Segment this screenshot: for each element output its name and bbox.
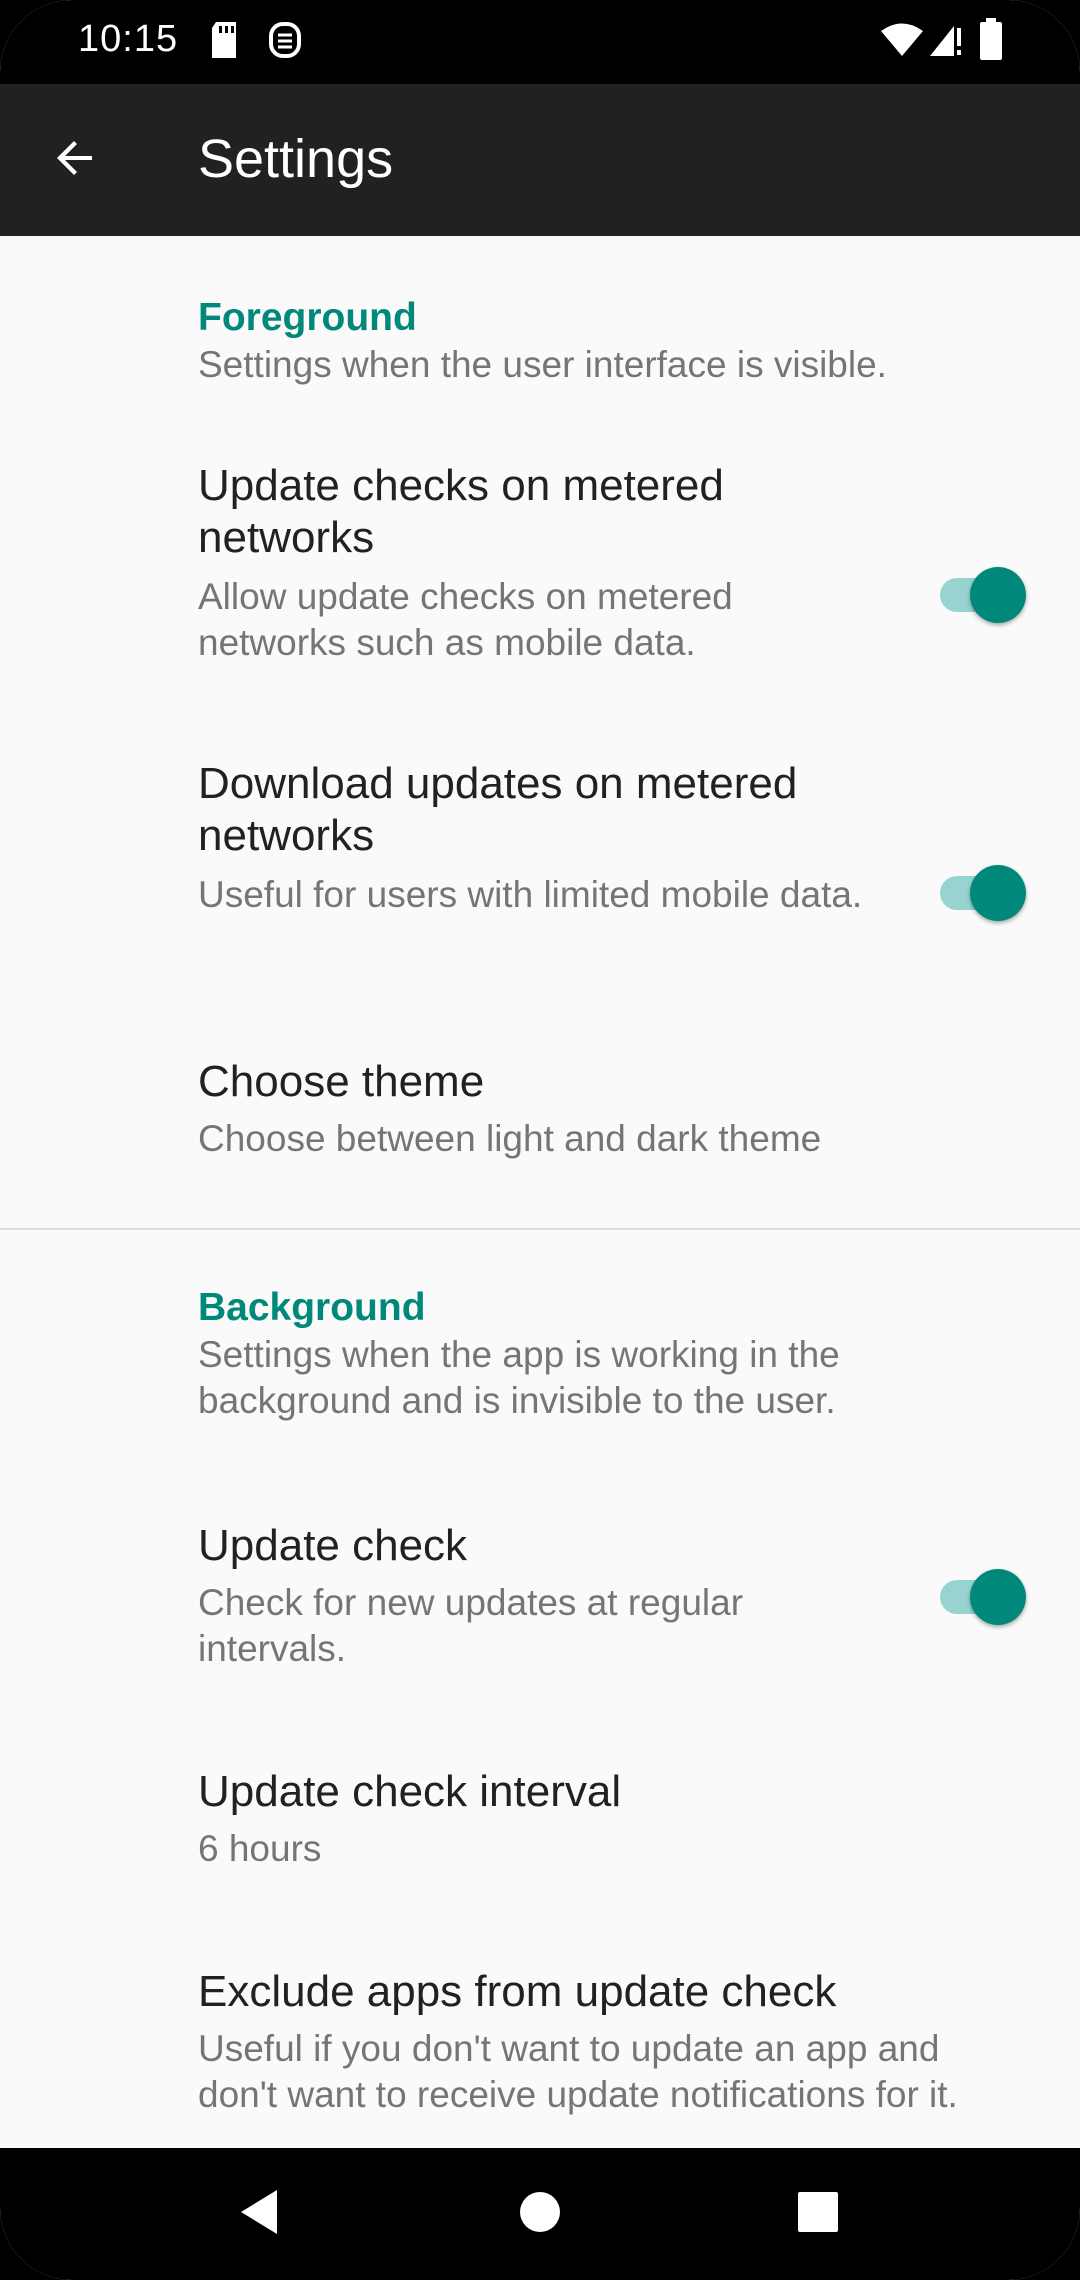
nav-home-icon	[519, 2191, 561, 2238]
wifi-icon	[880, 22, 924, 63]
toggle-download-updates-metered[interactable]	[934, 860, 1030, 921]
status-time: 10:15	[78, 18, 179, 60]
screen: 10:15 Settings Foreground Settings when …	[0, 0, 1080, 2280]
app-notification-icon	[268, 20, 302, 65]
pref-update-checks-metered[interactable]: Update checks on metered networks Allow …	[0, 456, 1080, 706]
toggle-thumb	[970, 567, 1026, 623]
pref-title: Update check interval	[198, 1767, 622, 1816]
toggle-thumb	[970, 865, 1026, 921]
status-bar: 10:15	[0, 0, 1080, 84]
navigation-bar	[0, 2148, 1080, 2280]
section-divider	[0, 1228, 1080, 1230]
nav-recents-icon	[798, 2191, 838, 2237]
pref-summary: Check for new updates at regular interva…	[198, 1582, 744, 1669]
pref-title: Download updates on metered networks	[198, 759, 798, 860]
category-title: Foreground	[198, 296, 417, 339]
nav-back-button[interactable]	[219, 2174, 299, 2254]
category-background: Background Settings when the app is work…	[0, 1286, 1080, 1436]
pref-summary: 6 hours	[198, 1828, 322, 1869]
back-arrow-icon	[52, 134, 100, 187]
category-summary: Settings when the app is working in the …	[198, 1334, 840, 1421]
battery-icon	[978, 18, 1004, 67]
back-button[interactable]	[36, 120, 116, 200]
nav-home-button[interactable]	[500, 2174, 580, 2254]
pref-summary: Useful if you don't want to update an ap…	[198, 2028, 958, 2115]
toggle-thumb	[970, 1569, 1026, 1625]
pref-exclude-apps[interactable]: Exclude apps from update check Useful if…	[0, 1962, 1080, 2148]
nav-recents-button[interactable]	[778, 2174, 858, 2254]
signal-icon	[928, 22, 964, 63]
pref-title: Exclude apps from update check	[198, 1967, 837, 2016]
pref-choose-theme[interactable]: Choose theme Choose between light and da…	[0, 1052, 1080, 1202]
nav-back-icon	[237, 2188, 281, 2241]
app-bar: Settings	[0, 84, 1080, 236]
sd-card-icon	[208, 20, 240, 65]
pref-title: Choose theme	[198, 1057, 485, 1106]
pref-summary: Allow update checks on metered networks …	[198, 576, 733, 663]
category-foreground: Foreground Settings when the user interf…	[0, 296, 1080, 416]
pref-title: Update checks on metered networks	[198, 461, 724, 562]
toggle-update-checks-metered[interactable]	[934, 562, 1030, 623]
pref-summary: Choose between light and dark theme	[198, 1118, 822, 1159]
page-title: Settings	[198, 129, 394, 189]
toggle-update-check[interactable]	[934, 1564, 1030, 1625]
category-title: Background	[198, 1286, 426, 1329]
pref-download-updates-metered[interactable]: Download updates on metered networks Use…	[0, 754, 1080, 1004]
pref-title: Update check	[198, 1521, 468, 1570]
pref-summary: Useful for users with limited mobile dat…	[198, 874, 863, 915]
category-summary: Settings when the user interface is visi…	[198, 344, 887, 385]
pref-update-check-interval[interactable]: Update check interval 6 hours	[0, 1762, 1080, 1912]
pref-update-check[interactable]: Update check Check for new updates at re…	[0, 1516, 1080, 1706]
settings-list: Foreground Settings when the user interf…	[0, 236, 1080, 2148]
